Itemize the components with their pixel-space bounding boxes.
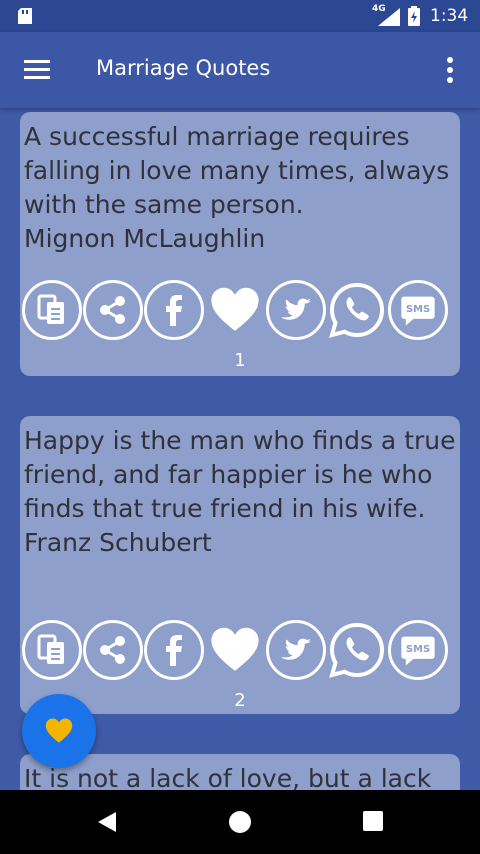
sms-button[interactable]: SMS — [388, 280, 448, 340]
whatsapp-button[interactable] — [327, 280, 387, 340]
quote-actions: SMS — [22, 280, 448, 340]
quote-text-block: It is not a lack of love, but a lack — [24, 762, 458, 790]
twitter-icon — [281, 638, 311, 660]
copy-button[interactable] — [22, 620, 82, 680]
system-nav-bar — [0, 790, 480, 854]
copy-icon — [37, 294, 64, 324]
home-icon[interactable] — [228, 810, 252, 834]
twitter-button[interactable] — [266, 620, 326, 680]
quote-list[interactable]: A successful marriage requires falling i… — [0, 108, 480, 790]
sms-label: SMS — [406, 304, 430, 315]
heart-icon — [211, 287, 259, 331]
twitter-button[interactable] — [266, 280, 326, 340]
status-bar: 4G 1:34 — [0, 0, 480, 32]
share-icon — [100, 636, 125, 664]
facebook-icon — [166, 295, 182, 326]
page-title: Marriage Quotes — [96, 56, 271, 80]
copy-icon — [37, 634, 64, 664]
sms-icon: SMS — [401, 296, 435, 326]
quote-card: It is not a lack of love, but a lack — [20, 754, 460, 790]
quote-card: A successful marriage requires falling i… — [20, 112, 460, 376]
whatsapp-icon — [329, 282, 385, 338]
heart-icon — [211, 627, 259, 671]
twitter-icon — [281, 298, 311, 320]
clock: 1:34 — [430, 6, 469, 26]
share-icon — [100, 296, 125, 324]
recents-icon[interactable] — [362, 810, 384, 832]
quote-text: A successful marriage requires falling i… — [24, 122, 450, 219]
quote-text: It is not a lack of love, but a lack — [24, 764, 432, 790]
quote-text-block: Happy is the man who finds a true friend… — [24, 424, 458, 560]
sd-card-icon — [18, 8, 32, 24]
favorite-button[interactable] — [205, 280, 265, 340]
sms-button[interactable]: SMS — [388, 620, 448, 680]
share-button[interactable] — [83, 280, 143, 340]
quote-author: Franz Schubert — [24, 528, 212, 557]
quote-number: 1 — [234, 350, 246, 371]
sms-label: SMS — [406, 644, 430, 655]
quote-card: Happy is the man who finds a true friend… — [20, 416, 460, 714]
battery-charging-icon — [408, 6, 420, 26]
facebook-button[interactable] — [144, 280, 204, 340]
heart-icon — [45, 718, 73, 743]
quote-author: Mignon McLaughlin — [24, 224, 266, 253]
share-button[interactable] — [83, 620, 143, 680]
menu-icon[interactable] — [24, 58, 50, 80]
quote-actions: SMS — [22, 620, 448, 680]
sms-icon: SMS — [401, 636, 435, 666]
quote-text: Happy is the man who finds a true friend… — [24, 426, 456, 523]
app-bar: Marriage Quotes — [0, 32, 480, 108]
whatsapp-button[interactable] — [327, 620, 387, 680]
quote-text-block: A successful marriage requires falling i… — [24, 120, 458, 256]
facebook-icon — [166, 635, 182, 666]
favorites-fab[interactable] — [22, 694, 96, 768]
copy-button[interactable] — [22, 280, 82, 340]
whatsapp-icon — [329, 622, 385, 678]
back-icon[interactable] — [96, 810, 118, 834]
favorite-button[interactable] — [205, 620, 265, 680]
facebook-button[interactable] — [144, 620, 204, 680]
signal-icon — [378, 8, 400, 26]
more-options-icon[interactable] — [440, 56, 460, 84]
